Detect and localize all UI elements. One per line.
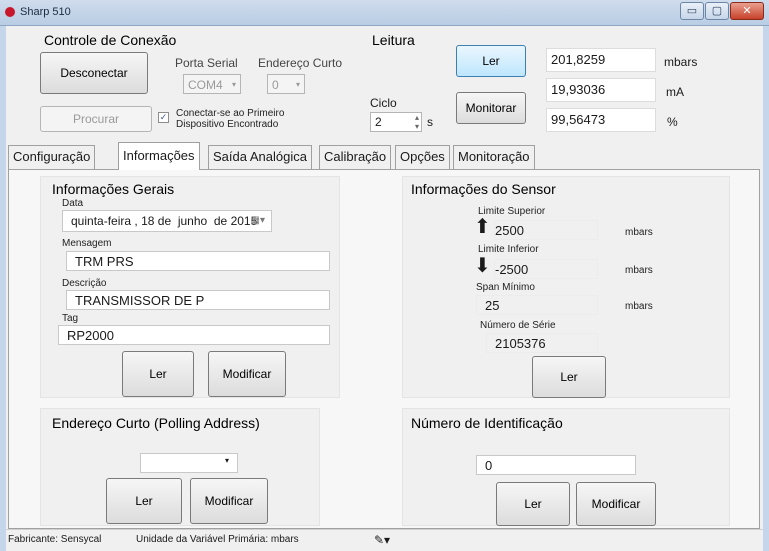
- tab-calibracao[interactable]: Calibração: [319, 145, 392, 169]
- short-address-select[interactable]: 0 ▾: [267, 74, 305, 94]
- short-address-label: Endereço Curto: [258, 56, 343, 70]
- monitor-button[interactable]: Monitorar: [456, 92, 526, 124]
- polling-address-select[interactable]: ▾: [140, 453, 238, 473]
- cycle-unit: s: [427, 115, 433, 129]
- spinner-arrows-icon[interactable]: ▴ ▾: [415, 113, 419, 131]
- cycle-label: Ciclo: [370, 96, 397, 110]
- date-label: Data: [62, 198, 84, 209]
- serial-port-value: COM4: [188, 78, 223, 92]
- general-info-title: Informações Gerais: [52, 181, 175, 197]
- reading-value-current: 19,93036: [546, 78, 656, 102]
- reading-unit-current: mA: [666, 85, 684, 99]
- upper-limit-unit: mbars: [625, 227, 653, 238]
- polling-read-button[interactable]: Ler: [106, 478, 182, 524]
- disconnect-button[interactable]: Desconectar: [40, 52, 148, 94]
- connect-first-checkbox[interactable]: ✓: [158, 112, 169, 123]
- app-icon: [5, 7, 15, 17]
- tab-opcoes[interactable]: Opções: [395, 145, 450, 169]
- polling-address-title: Endereço Curto (Polling Address): [52, 415, 260, 431]
- reading-value-percent: 99,56473: [546, 108, 656, 132]
- ident-number-field[interactable]: 0: [476, 455, 636, 475]
- window-title: Sharp 510: [20, 6, 71, 18]
- sensor-read-button[interactable]: Ler: [532, 356, 606, 398]
- close-button[interactable]: ✕: [730, 2, 764, 20]
- short-address-value: 0: [272, 78, 279, 92]
- serial-port-select[interactable]: COM4 ▾: [183, 74, 241, 94]
- tab-saida-analogica[interactable]: Saída Analógica: [208, 145, 312, 169]
- date-month: junho: [177, 214, 208, 228]
- lower-limit-label: Limite Inferior: [478, 244, 539, 255]
- arrow-up-icon: ⬆: [474, 216, 491, 238]
- min-span-unit: mbars: [625, 301, 653, 312]
- lower-limit-unit: mbars: [625, 265, 653, 276]
- status-primary-unit: Unidade da Variável Primária: mbars: [136, 534, 299, 545]
- wrench-icon[interactable]: ✎▾: [374, 530, 390, 550]
- serial-port-label: Porta Serial: [175, 56, 238, 70]
- tab-monitoracao[interactable]: Monitoração: [453, 145, 535, 169]
- minimize-button[interactable]: ▭: [680, 2, 704, 20]
- polling-modify-button[interactable]: Modificar: [190, 478, 268, 524]
- chevron-down-icon: ▾: [231, 80, 236, 89]
- tag-field[interactable]: RP2000: [58, 325, 330, 345]
- tab-informacoes[interactable]: Informações: [118, 142, 200, 170]
- ident-read-button[interactable]: Ler: [496, 482, 570, 526]
- message-field[interactable]: TRM PRS: [66, 251, 330, 271]
- title-bar: Sharp 510 ▭ ▢ ✕: [0, 0, 769, 26]
- date-day: 18: [141, 214, 155, 228]
- reading-group-title: Leitura: [372, 32, 415, 48]
- chevron-down-icon: ▾: [224, 456, 229, 465]
- tab-configuracao[interactable]: Configuração: [8, 145, 96, 169]
- date-picker[interactable]: quinta-feira , 18 de junho de 2015 ▦▾: [62, 210, 272, 232]
- general-read-button[interactable]: Ler: [122, 351, 194, 397]
- upper-limit-value: 2500: [494, 220, 598, 240]
- cycle-value: 2: [375, 115, 382, 129]
- description-label: Descrição: [62, 278, 107, 289]
- reading-unit-pressure: mbars: [664, 55, 698, 69]
- description-field[interactable]: TRANSMISSOR DE P: [66, 290, 330, 310]
- reading-value-pressure: 201,8259: [546, 48, 656, 72]
- connect-first-label: Conectar-se ao Primeiro Dispositivo Enco…: [176, 108, 285, 130]
- general-modify-button[interactable]: Modificar: [208, 351, 286, 397]
- message-label: Mensagem: [62, 238, 112, 249]
- min-span-label: Span Mínimo: [476, 282, 535, 293]
- sensor-info-title: Informações do Sensor: [411, 181, 556, 197]
- lower-limit-value: -2500: [494, 259, 598, 279]
- reading-unit-percent: %: [667, 115, 678, 129]
- ident-number-title: Número de Identificação: [411, 415, 563, 431]
- arrow-down-icon: ⬇: [474, 255, 491, 277]
- min-span-value: 25: [476, 295, 598, 315]
- status-manufacturer: Fabricante: Sensycal: [8, 534, 102, 545]
- search-button[interactable]: Procurar: [40, 106, 152, 132]
- serial-number-label: Número de Série: [480, 320, 556, 331]
- maximize-button[interactable]: ▢: [705, 2, 729, 20]
- chevron-down-icon: ▾: [295, 80, 300, 89]
- read-button[interactable]: Ler: [456, 45, 526, 77]
- cycle-spinner[interactable]: 2 ▴ ▾: [370, 112, 422, 132]
- tag-label: Tag: [62, 313, 79, 324]
- ident-modify-button[interactable]: Modificar: [576, 482, 656, 526]
- calendar-icon[interactable]: ▦▾: [251, 211, 265, 231]
- date-weekday: quinta-feira: [71, 214, 132, 228]
- status-bar: Fabricante: Sensycal Unidade da Variável…: [6, 529, 763, 551]
- connection-group-title: Controle de Conexão: [44, 32, 177, 48]
- serial-number-value: 2105376: [486, 333, 598, 353]
